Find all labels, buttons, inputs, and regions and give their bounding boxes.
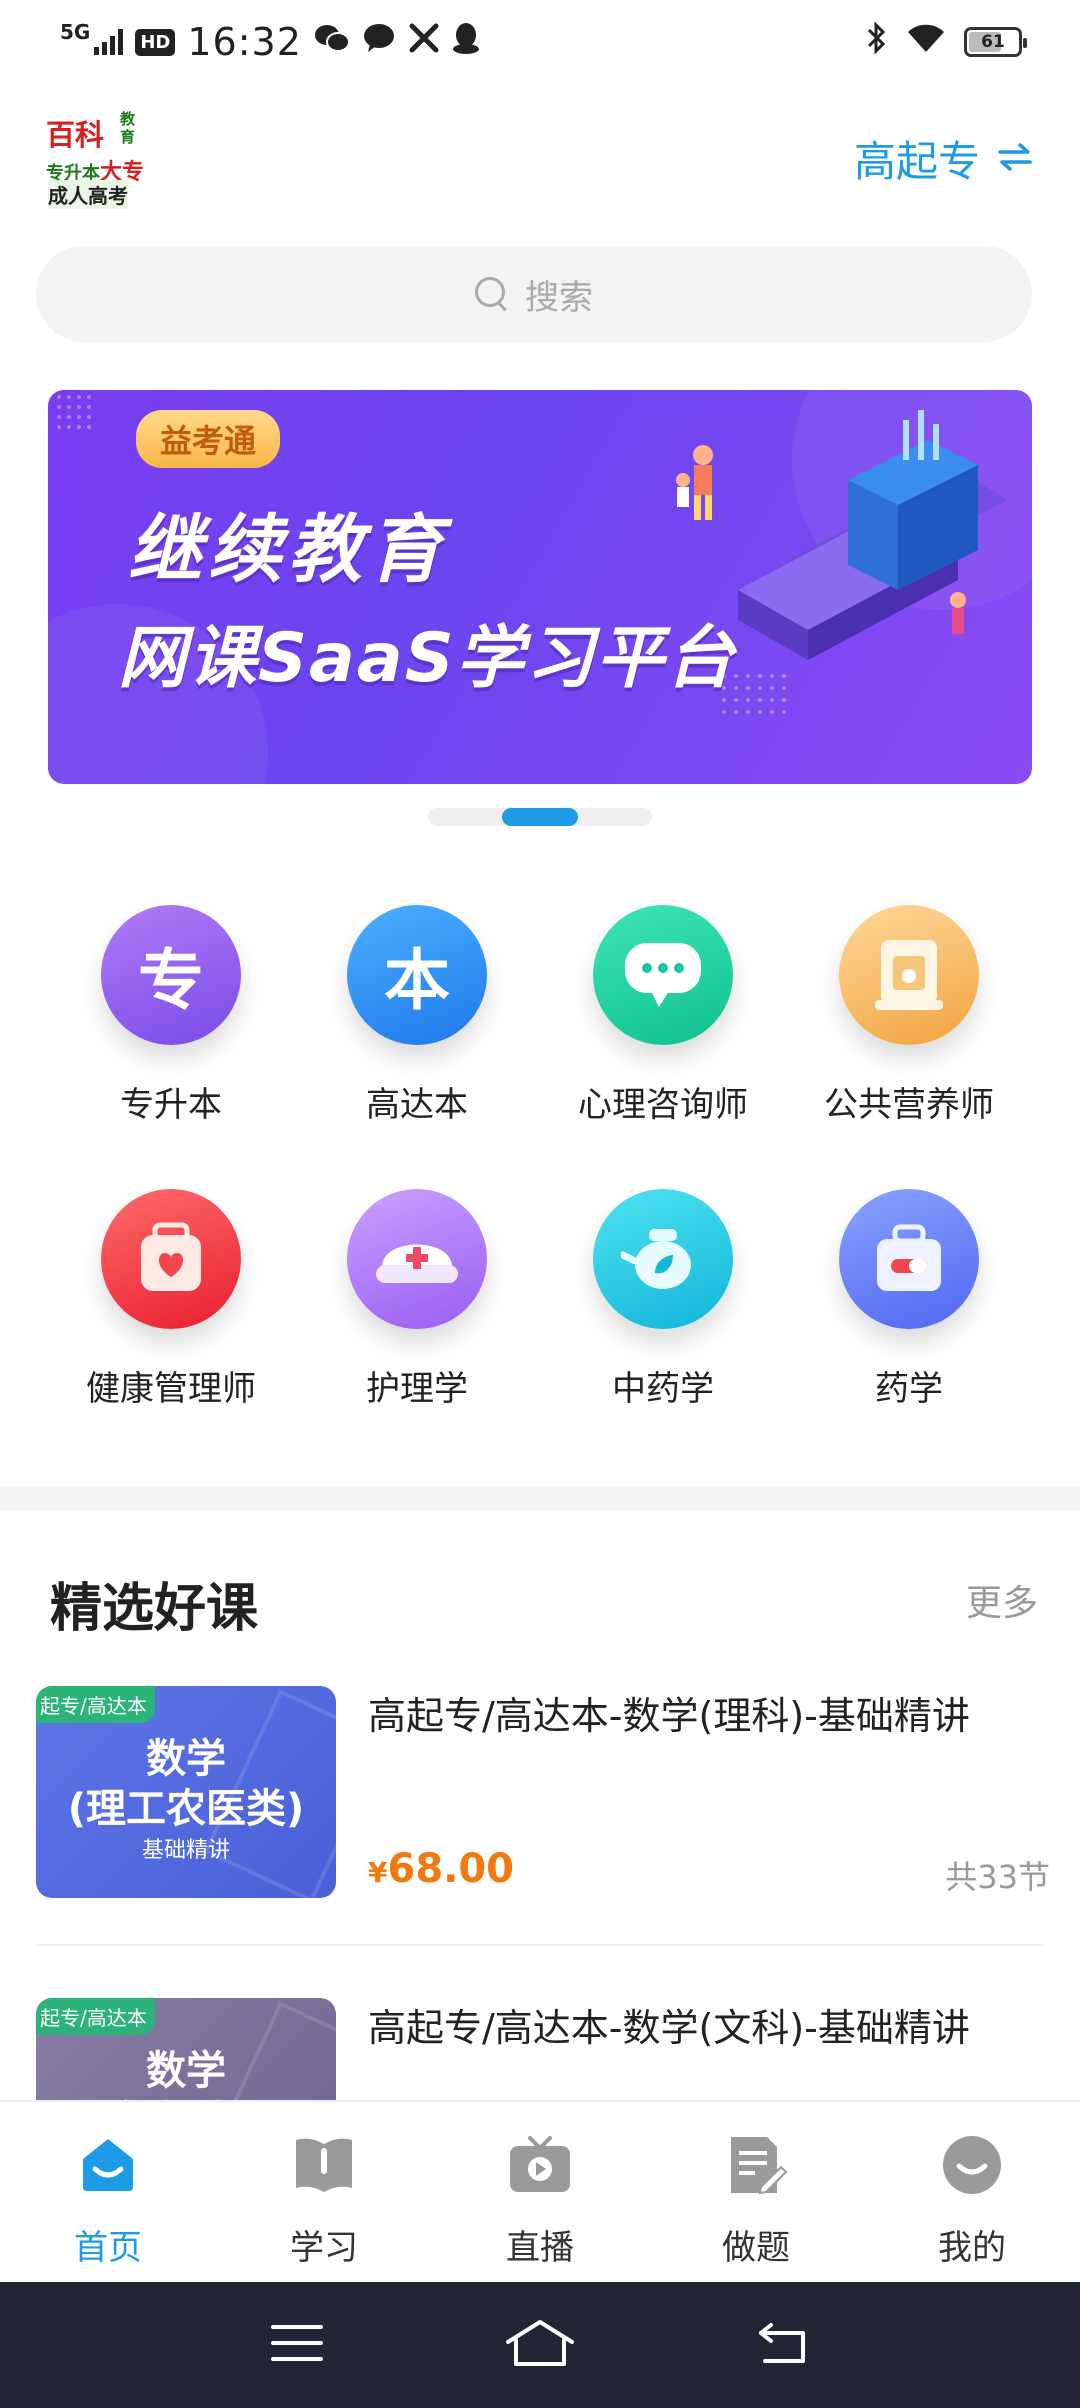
search-icon: [475, 277, 509, 311]
category-item-psychologist[interactable]: 心理咨询师: [540, 905, 786, 1135]
category-label: 高达本: [366, 1085, 468, 1125]
status-bar: 5G HD 16:32 61: [0, 0, 1080, 84]
category-label: 中药学: [612, 1369, 714, 1409]
course-title: 高起专/高达本-数学(理科)-基础精讲: [368, 1694, 970, 1738]
promo-banner[interactable]: 益考通 继续教育 网课SaaS学习平台: [48, 390, 1032, 784]
section-divider: [0, 1486, 1080, 1510]
banner-subheadline: 网课SaaS学习平台: [118, 619, 736, 698]
level-label: 高起专: [853, 137, 980, 186]
nav-tab-live[interactable]: 直播: [432, 2132, 648, 2269]
course-card[interactable]: 起专/高达本 数学 (理工农医类) 基础精讲 高起专/高达本-数学(理科)-基础…: [36, 1686, 1050, 1898]
switch-arrows-icon: [998, 137, 1032, 181]
category-label: 药学: [875, 1369, 943, 1409]
search-placeholder: 搜索: [525, 277, 593, 318]
category-label: 护理学: [366, 1369, 468, 1409]
logo-text-edu: 教育: [120, 110, 136, 146]
wechat-icon: [314, 22, 350, 62]
list-divider: [36, 1944, 1044, 1946]
health-box-icon: [101, 1189, 241, 1329]
logo-text-main: 百科: [46, 118, 105, 152]
profile-face-icon: [939, 2132, 1005, 2198]
book-icon: [291, 2132, 357, 2198]
thumb-subtitle: (理工农医类): [67, 1786, 305, 1832]
home-icon: [75, 2132, 141, 2198]
app-logo: 百科 教育 专升本大专 成人高考: [44, 104, 144, 209]
search-input[interactable]: 搜索: [36, 246, 1032, 342]
nav-label: 我的: [938, 2228, 1006, 2268]
herb-pot-icon: [593, 1189, 733, 1329]
wifi-icon: [906, 22, 946, 62]
zhuan-icon: 专: [101, 905, 241, 1045]
category-item-pharmacy[interactable]: 药学: [786, 1189, 1032, 1419]
banner-tag: 益考通: [136, 410, 281, 468]
chat-bubble-icon: [593, 905, 733, 1045]
tv-play-icon: [507, 2132, 573, 2198]
banner-page-indicator: [428, 808, 652, 826]
category-label: 专升本: [120, 1085, 222, 1125]
category-label: 公共营养师: [824, 1085, 994, 1125]
course-thumbnail: 起专/高达本 数学 (理工农医类) 基础精讲: [36, 1686, 336, 1898]
menu-icon[interactable]: [269, 2321, 325, 2369]
category-item-zhuanshengben[interactable]: 专 专升本: [48, 905, 294, 1135]
nutrition-icon: [839, 905, 979, 1045]
home-button-icon[interactable]: [504, 2318, 576, 2372]
nav-label: 直播: [506, 2228, 574, 2268]
course-lesson-count: 共33节: [945, 1858, 1050, 1896]
section-title: 精选好课: [50, 1579, 259, 1639]
message-icon: [362, 22, 396, 62]
document-edit-icon: [723, 2132, 789, 2198]
nav-label: 做题: [722, 2228, 790, 2268]
category-item-gaodaben[interactable]: 本 高达本: [294, 905, 540, 1135]
nurse-cap-icon: [347, 1189, 487, 1329]
network-type: 5G: [60, 20, 91, 44]
category-label: 健康管理师: [86, 1369, 256, 1409]
app-header: 百科 教育 专升本大专 成人高考 高起专: [0, 100, 1080, 210]
level-switch-button[interactable]: 高起专: [854, 128, 1032, 189]
dots-decoration: [54, 392, 94, 432]
system-nav-bar: [0, 2282, 1080, 2408]
tools-icon: [408, 22, 440, 62]
category-item-nutritionist[interactable]: 公共营养师: [786, 905, 1032, 1135]
bluetooth-icon: [866, 21, 888, 63]
nav-label: 首页: [74, 2228, 142, 2268]
thumb-caption: 基础精讲: [141, 1838, 230, 1863]
nav-tab-exercise[interactable]: 做题: [648, 2132, 864, 2269]
medicine-box-icon: [839, 1189, 979, 1329]
course-tag: 起专/高达本: [36, 1686, 155, 1723]
battery-level: 61: [981, 32, 1005, 52]
category-item-health-manager[interactable]: 健康管理师: [48, 1189, 294, 1419]
status-right: 61: [866, 21, 1027, 63]
qq-icon: [452, 21, 480, 63]
category-label: 心理咨询师: [578, 1085, 748, 1125]
nav-label: 学习: [290, 2228, 358, 2268]
nav-tab-study[interactable]: 学习: [216, 2132, 432, 2269]
banner-page-indicator-active: [502, 808, 578, 826]
status-left: 5G HD 16:32: [60, 20, 480, 64]
course-price: ¥68.00: [368, 1846, 515, 1892]
category-item-nursing[interactable]: 护理学: [294, 1189, 540, 1419]
nav-tab-home[interactable]: 首页: [0, 2132, 216, 2269]
back-icon[interactable]: [755, 2321, 811, 2369]
logo-text-adult: 成人高考: [48, 180, 128, 209]
ben-icon: 本: [347, 905, 487, 1045]
course-tag: 起专/高达本: [36, 1998, 155, 2035]
battery-icon: 61: [964, 27, 1027, 57]
clock: 16:32: [187, 20, 302, 64]
course-title: 高起专/高达本-数学(文科)-基础精讲: [368, 2006, 970, 2050]
banner-headline: 继续教育: [128, 507, 448, 593]
more-link[interactable]: 更多: [966, 1574, 1038, 1626]
signal-icon: [94, 29, 124, 55]
hd-badge: HD: [135, 28, 176, 56]
bottom-nav: 首页 学习 直播 做题 我的: [0, 2100, 1080, 2282]
nav-tab-mine[interactable]: 我的: [864, 2132, 1080, 2269]
category-item-tcm[interactable]: 中药学: [540, 1189, 786, 1419]
